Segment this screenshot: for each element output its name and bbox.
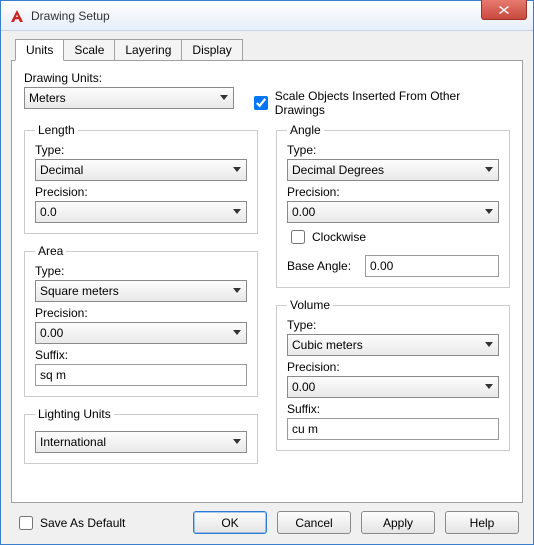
base-angle-input[interactable]: [365, 255, 499, 277]
area-precision-combo[interactable]: 0.00: [35, 322, 247, 344]
help-button[interactable]: Help: [445, 511, 519, 534]
drawing-units-combo[interactable]: Meters: [24, 87, 234, 109]
length-type-combo[interactable]: Decimal: [35, 159, 247, 181]
cancel-button[interactable]: Cancel: [277, 511, 351, 534]
close-button[interactable]: [481, 0, 527, 20]
area-suffix-input[interactable]: [35, 364, 247, 386]
save-default-input[interactable]: [19, 516, 33, 530]
scale-objects-label: Scale Objects Inserted From Other Drawin…: [275, 89, 510, 117]
angle-precision-combo[interactable]: 0.00: [287, 201, 499, 223]
length-precision-label: Precision:: [35, 185, 247, 199]
volume-group: Volume Type: Cubic meters Precision: 0.0…: [276, 298, 510, 451]
tab-units[interactable]: Units: [15, 39, 64, 61]
ok-button[interactable]: OK: [193, 511, 267, 534]
lighting-group: Lighting Units International: [24, 407, 258, 464]
app-icon: [9, 8, 25, 24]
volume-precision-combo[interactable]: 0.00: [287, 376, 499, 398]
clockwise-label: Clockwise: [312, 230, 366, 244]
volume-legend: Volume: [287, 298, 333, 312]
client-area: Units Scale Layering Display Drawing Uni…: [1, 31, 533, 544]
window-title: Drawing Setup: [31, 9, 110, 23]
tab-display[interactable]: Display: [182, 39, 242, 61]
scale-objects-input[interactable]: [254, 96, 268, 110]
apply-button[interactable]: Apply: [361, 511, 435, 534]
titlebar: Drawing Setup: [1, 1, 533, 31]
length-type-label: Type:: [35, 143, 247, 157]
lighting-legend: Lighting Units: [35, 407, 114, 421]
scale-objects-checkbox[interactable]: Scale Objects Inserted From Other Drawin…: [250, 89, 510, 117]
tab-layering[interactable]: Layering: [115, 39, 182, 61]
dialog-window: Drawing Setup Units Scale Layering Displ…: [0, 0, 534, 545]
clockwise-checkbox[interactable]: Clockwise: [287, 227, 499, 247]
tab-scale[interactable]: Scale: [64, 39, 115, 61]
area-group: Area Type: Square meters Precision: 0.00…: [24, 244, 258, 397]
volume-type-label: Type:: [287, 318, 499, 332]
angle-type-combo[interactable]: Decimal Degrees: [287, 159, 499, 181]
base-angle-label: Base Angle:: [287, 259, 357, 273]
volume-suffix-label: Suffix:: [287, 402, 499, 416]
area-type-label: Type:: [35, 264, 247, 278]
length-precision-combo[interactable]: 0.0: [35, 201, 247, 223]
footer: Save As Default OK Cancel Apply Help: [11, 503, 523, 534]
length-legend: Length: [35, 123, 78, 137]
angle-legend: Angle: [287, 123, 324, 137]
clockwise-input[interactable]: [291, 230, 305, 244]
save-default-label: Save As Default: [40, 516, 125, 530]
drawing-units-label: Drawing Units:: [24, 71, 234, 85]
area-suffix-label: Suffix:: [35, 348, 247, 362]
area-type-combo[interactable]: Square meters: [35, 280, 247, 302]
tab-panel-units: Drawing Units: Meters Scale Objects Inse…: [11, 60, 523, 503]
volume-precision-label: Precision:: [287, 360, 499, 374]
lighting-combo[interactable]: International: [35, 431, 247, 453]
left-column: Length Type: Decimal Precision: 0.0 Area…: [24, 123, 258, 464]
right-column: Angle Type: Decimal Degrees Precision: 0…: [276, 123, 510, 464]
angle-group: Angle Type: Decimal Degrees Precision: 0…: [276, 123, 510, 288]
angle-type-label: Type:: [287, 143, 499, 157]
save-default-checkbox[interactable]: Save As Default: [15, 513, 125, 533]
tab-strip: Units Scale Layering Display: [11, 39, 523, 61]
angle-precision-label: Precision:: [287, 185, 499, 199]
area-legend: Area: [35, 244, 66, 258]
volume-type-combo[interactable]: Cubic meters: [287, 334, 499, 356]
area-precision-label: Precision:: [35, 306, 247, 320]
volume-suffix-input[interactable]: [287, 418, 499, 440]
length-group: Length Type: Decimal Precision: 0.0: [24, 123, 258, 234]
